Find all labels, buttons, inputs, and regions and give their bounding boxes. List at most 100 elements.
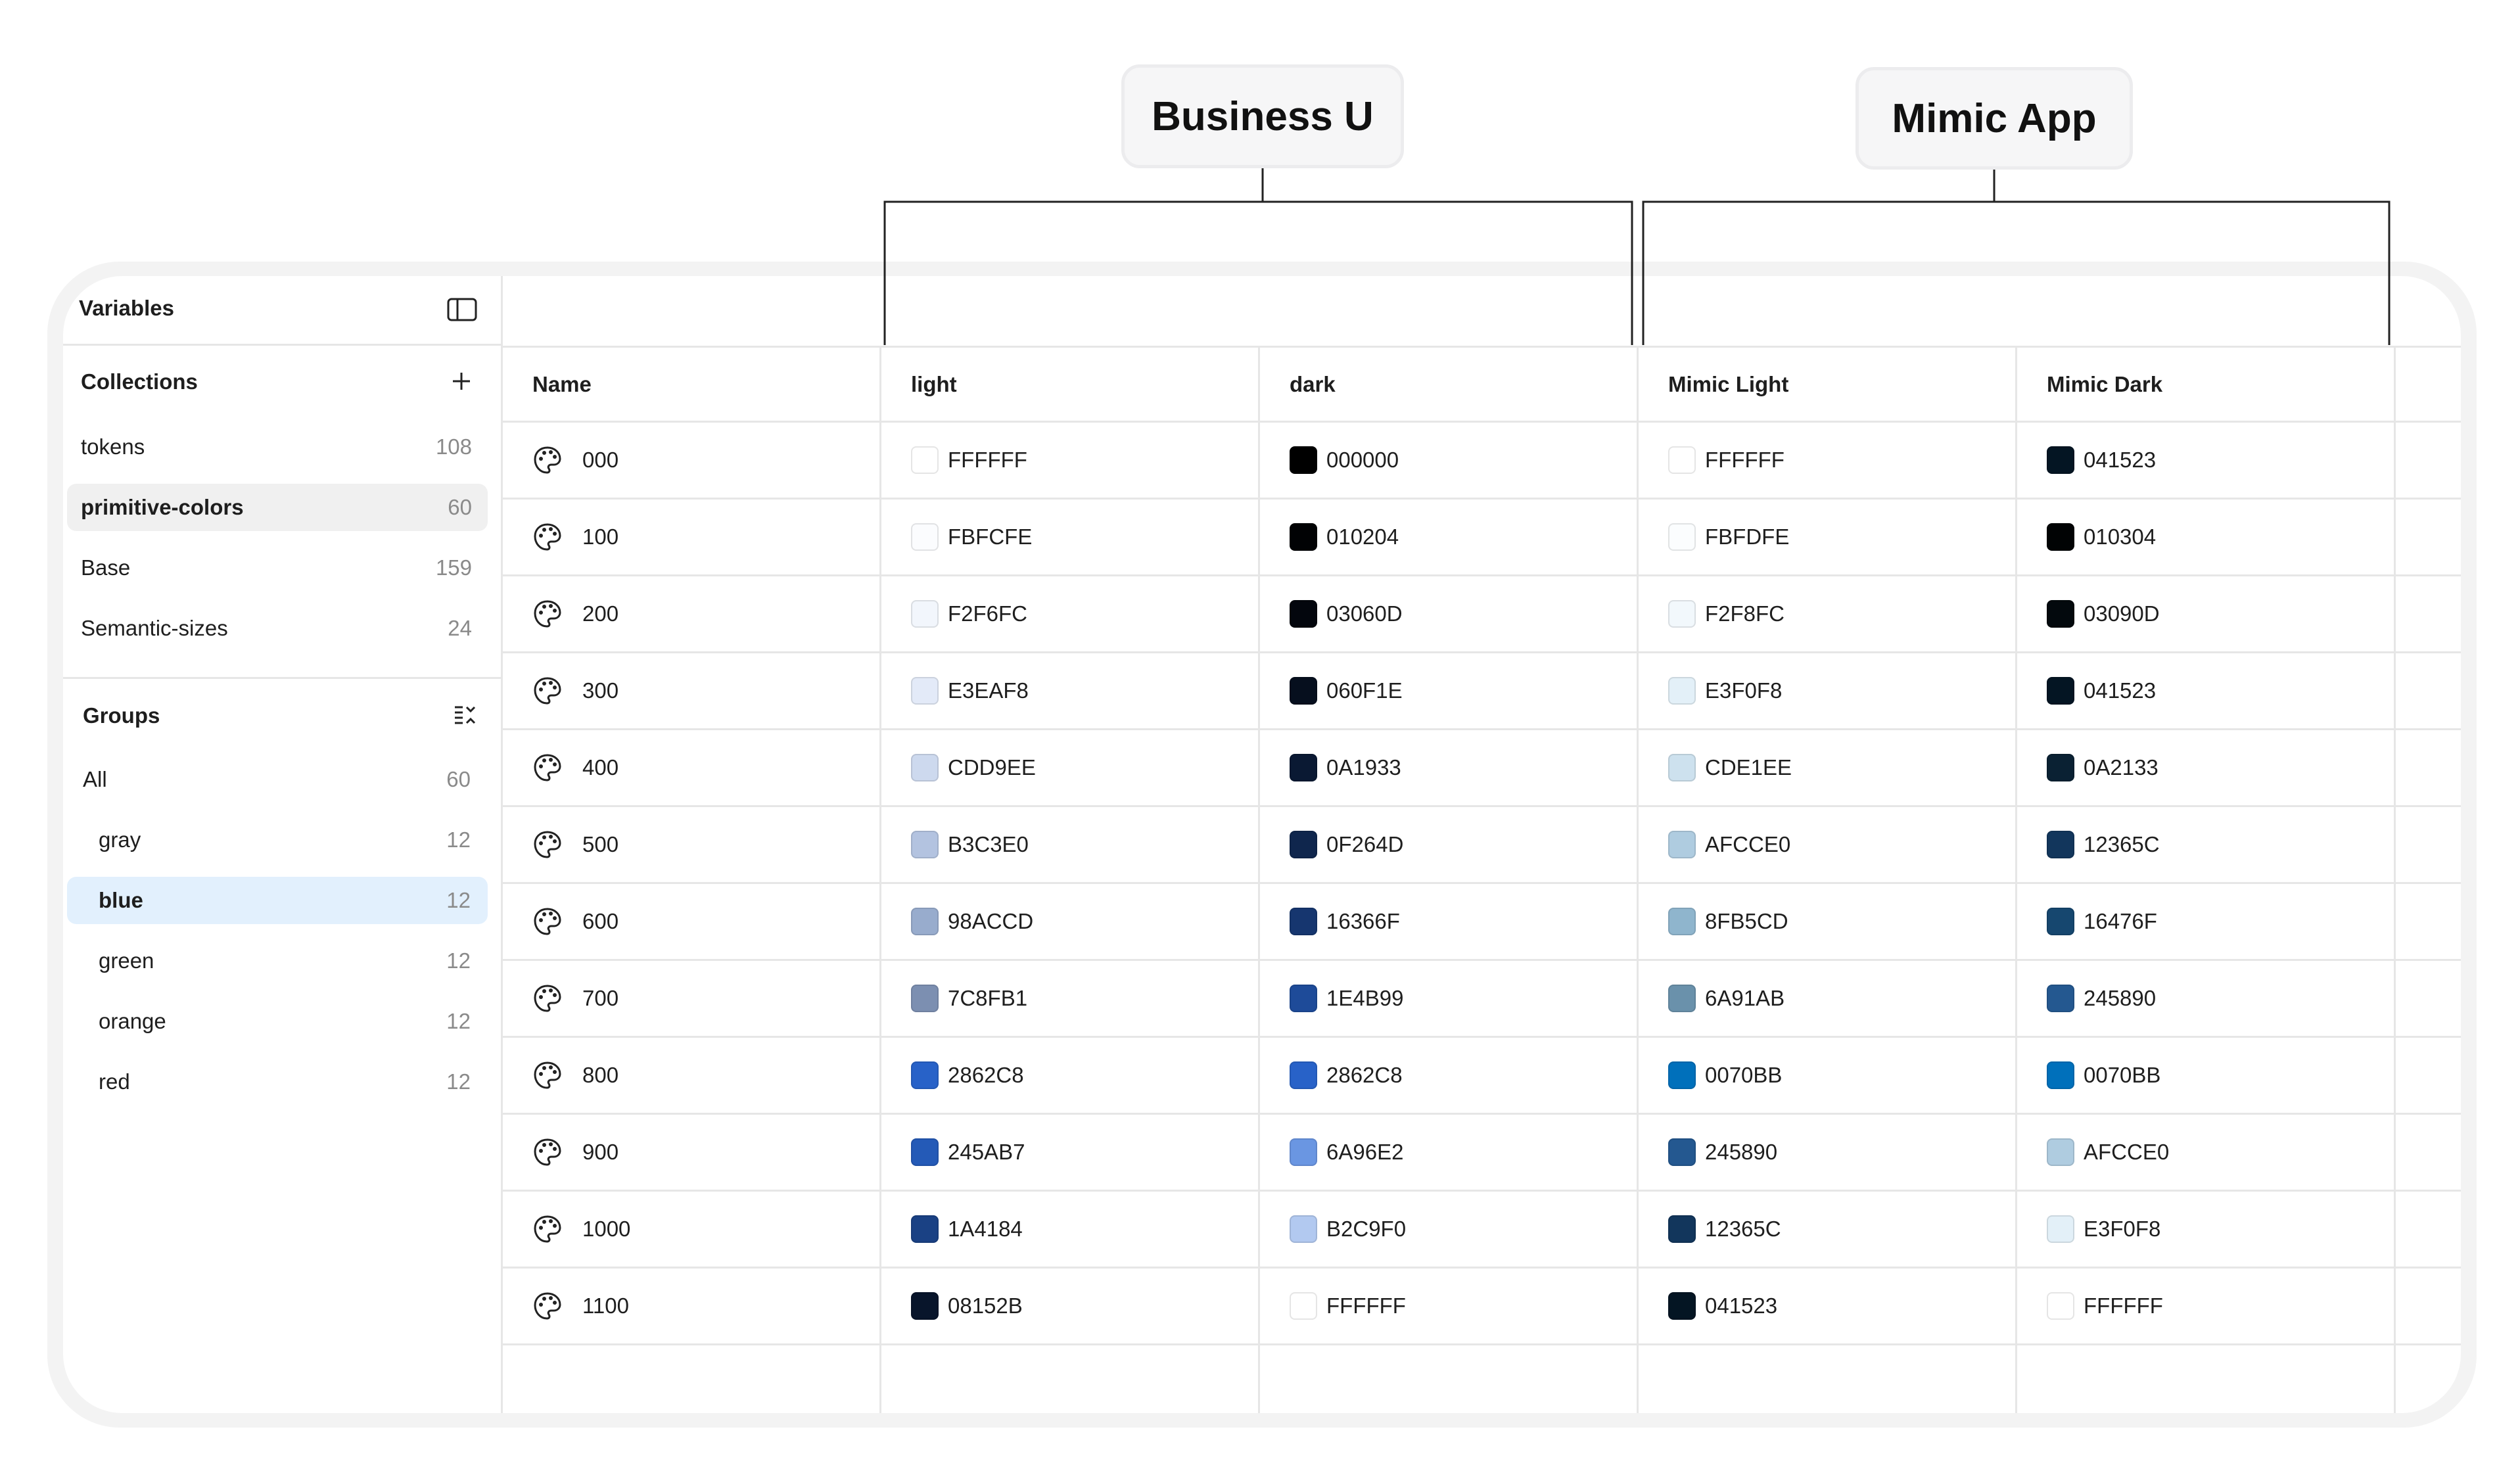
color-value-cell[interactable]: E3F0F8	[2047, 1192, 2160, 1267]
variable-name-cell[interactable]: 500	[532, 807, 618, 882]
color-value-cell[interactable]: AFCCE0	[1668, 807, 1790, 882]
color-value-cell[interactable]: 0070BB	[1668, 1038, 1782, 1113]
color-swatch[interactable]	[1290, 677, 1317, 705]
group-item[interactable]: red 12	[67, 1058, 488, 1106]
color-value-cell[interactable]: FBFDFE	[1668, 500, 1789, 574]
table-row[interactable]: 000 FFFFFF 000000 FFFFFF 041523	[503, 423, 2461, 500]
color-swatch[interactable]	[1290, 600, 1317, 628]
collection-item[interactable]: Semantic-sizes 24	[67, 605, 488, 652]
color-value-cell[interactable]: 1E4B99	[1290, 961, 1403, 1036]
color-swatch[interactable]	[911, 831, 939, 858]
table-row[interactable]: 100 FBFCFE 010204 FBFDFE 010304	[503, 500, 2461, 576]
variable-name-cell[interactable]: 700	[532, 961, 618, 1036]
color-value-cell[interactable]: 041523	[2047, 423, 2156, 498]
color-value-cell[interactable]: 000000	[1290, 423, 1399, 498]
color-value-cell[interactable]: CDD9EE	[911, 730, 1036, 805]
table-row[interactable]: 900 245AB7 6A96E2 245890 AFCCE0	[503, 1115, 2461, 1192]
color-value-cell[interactable]: 98ACCD	[911, 884, 1033, 959]
color-value-cell[interactable]: 03090D	[2047, 576, 2160, 651]
color-swatch[interactable]	[1290, 985, 1317, 1012]
add-collection-icon[interactable]	[447, 367, 476, 396]
color-swatch[interactable]	[2047, 1138, 2074, 1166]
color-swatch[interactable]	[1290, 523, 1317, 551]
color-swatch[interactable]	[911, 1215, 939, 1243]
color-swatch[interactable]	[2047, 754, 2074, 781]
color-value-cell[interactable]: B2C9F0	[1290, 1192, 1406, 1267]
color-value-cell[interactable]: 6A96E2	[1290, 1115, 1403, 1190]
table-row[interactable]: 400 CDD9EE 0A1933 CDE1EE 0A2133	[503, 730, 2461, 807]
table-row[interactable]: 1000 1A4184 B2C9F0 12365C E3F0F8	[503, 1192, 2461, 1269]
collection-item[interactable]: tokens 108	[67, 423, 488, 471]
table-row[interactable]: 500 B3C3E0 0F264D AFCCE0 12365C	[503, 807, 2461, 884]
color-swatch[interactable]	[2047, 1215, 2074, 1243]
color-value-cell[interactable]: 041523	[1668, 1269, 1777, 1343]
color-value-cell[interactable]: F2F8FC	[1668, 576, 1785, 651]
color-swatch[interactable]	[2047, 446, 2074, 474]
color-value-cell[interactable]: 8FB5CD	[1668, 884, 1788, 959]
table-row[interactable]: 800 2862C8 2862C8 0070BB 0070BB	[503, 1038, 2461, 1115]
variable-name-cell[interactable]: 800	[532, 1038, 618, 1113]
color-value-cell[interactable]: B3C3E0	[911, 807, 1029, 882]
color-value-cell[interactable]: 12365C	[2047, 807, 2160, 882]
color-value-cell[interactable]: 16366F	[1290, 884, 1400, 959]
collection-item-selected[interactable]: primitive-colors 60	[67, 484, 488, 531]
variable-name-cell[interactable]: 000	[532, 423, 618, 498]
color-value-cell[interactable]: F2F6FC	[911, 576, 1027, 651]
color-swatch[interactable]	[1290, 1061, 1317, 1089]
table-row[interactable]: 200 F2F6FC 03060D F2F8FC 03090D	[503, 576, 2461, 653]
color-value-cell[interactable]: FFFFFF	[1668, 423, 1785, 498]
variable-name-cell[interactable]: 300	[532, 653, 618, 728]
color-swatch[interactable]	[1290, 754, 1317, 781]
color-value-cell[interactable]: 12365C	[1668, 1192, 1781, 1267]
color-value-cell[interactable]: 060F1E	[1290, 653, 1403, 728]
color-value-cell[interactable]: 245890	[2047, 961, 2156, 1036]
color-value-cell[interactable]: 1A4184	[911, 1192, 1023, 1267]
color-value-cell[interactable]: 16476F	[2047, 884, 2157, 959]
color-swatch[interactable]	[911, 677, 939, 705]
color-swatch[interactable]	[1668, 908, 1696, 935]
color-swatch[interactable]	[911, 1138, 939, 1166]
color-swatch[interactable]	[911, 1292, 939, 1320]
color-swatch[interactable]	[1668, 600, 1696, 628]
color-value-cell[interactable]: 2862C8	[911, 1038, 1024, 1113]
color-swatch[interactable]	[2047, 908, 2074, 935]
table-row[interactable]: 600 98ACCD 16366F 8FB5CD 16476F	[503, 884, 2461, 961]
color-swatch[interactable]	[1290, 1215, 1317, 1243]
group-item[interactable]: orange 12	[67, 998, 488, 1045]
color-swatch[interactable]	[1668, 1215, 1696, 1243]
color-value-cell[interactable]: 03060D	[1290, 576, 1403, 651]
color-swatch[interactable]	[2047, 677, 2074, 705]
color-value-cell[interactable]: 0070BB	[2047, 1038, 2160, 1113]
color-swatch[interactable]	[911, 446, 939, 474]
color-value-cell[interactable]: CDE1EE	[1668, 730, 1792, 805]
color-swatch[interactable]	[1668, 1061, 1696, 1089]
toggle-sidebar-icon[interactable]	[446, 293, 478, 326]
color-value-cell[interactable]: E3EAF8	[911, 653, 1029, 728]
color-swatch[interactable]	[1290, 1138, 1317, 1166]
collection-item[interactable]: Base 159	[67, 544, 488, 592]
color-value-cell[interactable]: AFCCE0	[2047, 1115, 2169, 1190]
color-swatch[interactable]	[911, 985, 939, 1012]
color-swatch[interactable]	[2047, 831, 2074, 858]
color-swatch[interactable]	[2047, 1061, 2074, 1089]
color-swatch[interactable]	[2047, 600, 2074, 628]
color-value-cell[interactable]: 7C8FB1	[911, 961, 1027, 1036]
color-swatch[interactable]	[1290, 908, 1317, 935]
table-row[interactable]: 300 E3EAF8 060F1E E3F0F8 041523	[503, 653, 2461, 730]
color-value-cell[interactable]: FFFFFF	[911, 423, 1027, 498]
color-value-cell[interactable]: 08152B	[911, 1269, 1023, 1343]
color-value-cell[interactable]: 010304	[2047, 500, 2156, 574]
variable-name-cell[interactable]: 600	[532, 884, 618, 959]
color-value-cell[interactable]: 245AB7	[911, 1115, 1025, 1190]
color-value-cell[interactable]: 0A2133	[2047, 730, 2158, 805]
table-row[interactable]: 1100 08152B FFFFFF 041523 FFFFFF	[503, 1269, 2461, 1345]
color-swatch[interactable]	[1668, 523, 1696, 551]
variable-name-cell[interactable]: 1000	[532, 1192, 630, 1267]
color-swatch[interactable]	[1668, 1138, 1696, 1166]
color-swatch[interactable]	[2047, 1292, 2074, 1320]
color-value-cell[interactable]: FFFFFF	[1290, 1269, 1406, 1343]
color-swatch[interactable]	[1290, 831, 1317, 858]
color-value-cell[interactable]: E3F0F8	[1668, 653, 1782, 728]
variable-name-cell[interactable]: 100	[532, 500, 618, 574]
table-row[interactable]: 700 7C8FB1 1E4B99 6A91AB 245890	[503, 961, 2461, 1038]
